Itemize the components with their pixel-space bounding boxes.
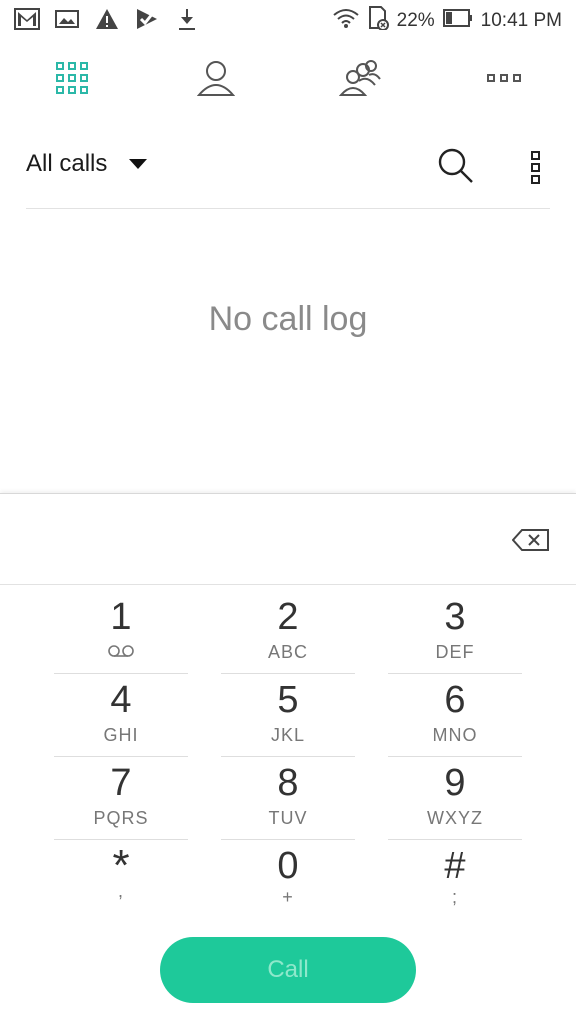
key-star[interactable]: * , — [54, 843, 188, 923]
key-letters: ABC — [267, 642, 308, 662]
groups-icon — [338, 59, 381, 102]
sd-card-icon — [367, 6, 389, 36]
key-digit: # — [444, 845, 466, 887]
key-letters: MNO — [432, 725, 478, 745]
tab-bar — [0, 50, 576, 110]
key-letters: ; — [451, 887, 458, 907]
key-digit: 5 — [277, 679, 299, 721]
contact-icon — [196, 59, 236, 102]
key-6[interactable]: 6 MNO — [388, 677, 522, 757]
key-letters: + — [282, 887, 294, 907]
key-digit: 0 — [277, 845, 299, 887]
tab-more[interactable] — [474, 50, 534, 110]
tab-contacts[interactable] — [186, 50, 246, 110]
key-8[interactable]: 8 TUV — [221, 760, 355, 840]
download-icon — [174, 6, 200, 32]
key-3[interactable]: 3 DEF — [388, 594, 522, 674]
backspace-button[interactable] — [511, 528, 550, 552]
key-hash[interactable]: # ; — [388, 843, 522, 923]
warning-icon — [94, 6, 120, 32]
key-5[interactable]: 5 JKL — [221, 677, 355, 757]
backspace-icon — [511, 529, 550, 556]
overflow-menu-icon — [526, 151, 546, 190]
search-button[interactable] — [436, 146, 476, 186]
key-digit: 6 — [444, 679, 466, 721]
key-digit: 7 — [110, 762, 132, 804]
key-2[interactable]: 2 ABC — [221, 594, 355, 674]
gmail-icon — [14, 6, 40, 32]
key-7[interactable]: 7 PQRS — [54, 760, 188, 840]
phone-number-field[interactable] — [30, 514, 494, 566]
key-digit: 9 — [444, 762, 466, 804]
clock: 10:41 PM — [480, 10, 562, 31]
image-icon — [54, 6, 80, 32]
key-digit: 2 — [277, 596, 299, 638]
key-letters: , — [117, 881, 124, 901]
key-0[interactable]: 0 + — [221, 843, 355, 923]
key-4[interactable]: 4 GHI — [54, 677, 188, 757]
key-letters: DEF — [435, 642, 475, 662]
key-letters: JKL — [270, 725, 306, 745]
call-filter-label: All calls — [26, 150, 108, 177]
battery-percent: 22% — [396, 10, 435, 31]
wifi-icon — [333, 7, 359, 35]
tab-dialpad[interactable] — [42, 50, 102, 110]
key-digit: 4 — [110, 679, 132, 721]
overflow-menu-button[interactable] — [526, 150, 546, 186]
call-filter-dropdown[interactable]: All calls — [26, 150, 148, 178]
key-digit: 1 — [110, 596, 132, 638]
key-9[interactable]: 9 WXYZ — [388, 760, 522, 840]
dialpad-icon — [55, 61, 89, 100]
search-icon — [436, 148, 476, 190]
number-display — [0, 494, 576, 585]
tab-groups[interactable] — [330, 50, 390, 110]
checkmark-app-icon — [134, 6, 160, 32]
key-digit: 8 — [277, 762, 299, 804]
voicemail-icon — [54, 642, 188, 663]
empty-call-log-message: No call log — [208, 300, 368, 338]
key-1[interactable]: 1 — [54, 594, 188, 674]
key-digit: 3 — [444, 596, 466, 638]
dropdown-caret-icon — [129, 159, 148, 169]
key-letters: GHI — [103, 725, 139, 745]
more-tabs-icon — [486, 71, 522, 89]
call-button[interactable]: Call — [160, 937, 416, 1003]
call-filter-bar: All calls — [26, 140, 550, 209]
key-letters: WXYZ — [427, 808, 483, 828]
status-bar: 22% 10:41 PM — [0, 0, 576, 40]
key-letters: TUV — [268, 808, 308, 828]
key-letters: PQRS — [93, 808, 149, 828]
battery-icon — [442, 9, 473, 33]
